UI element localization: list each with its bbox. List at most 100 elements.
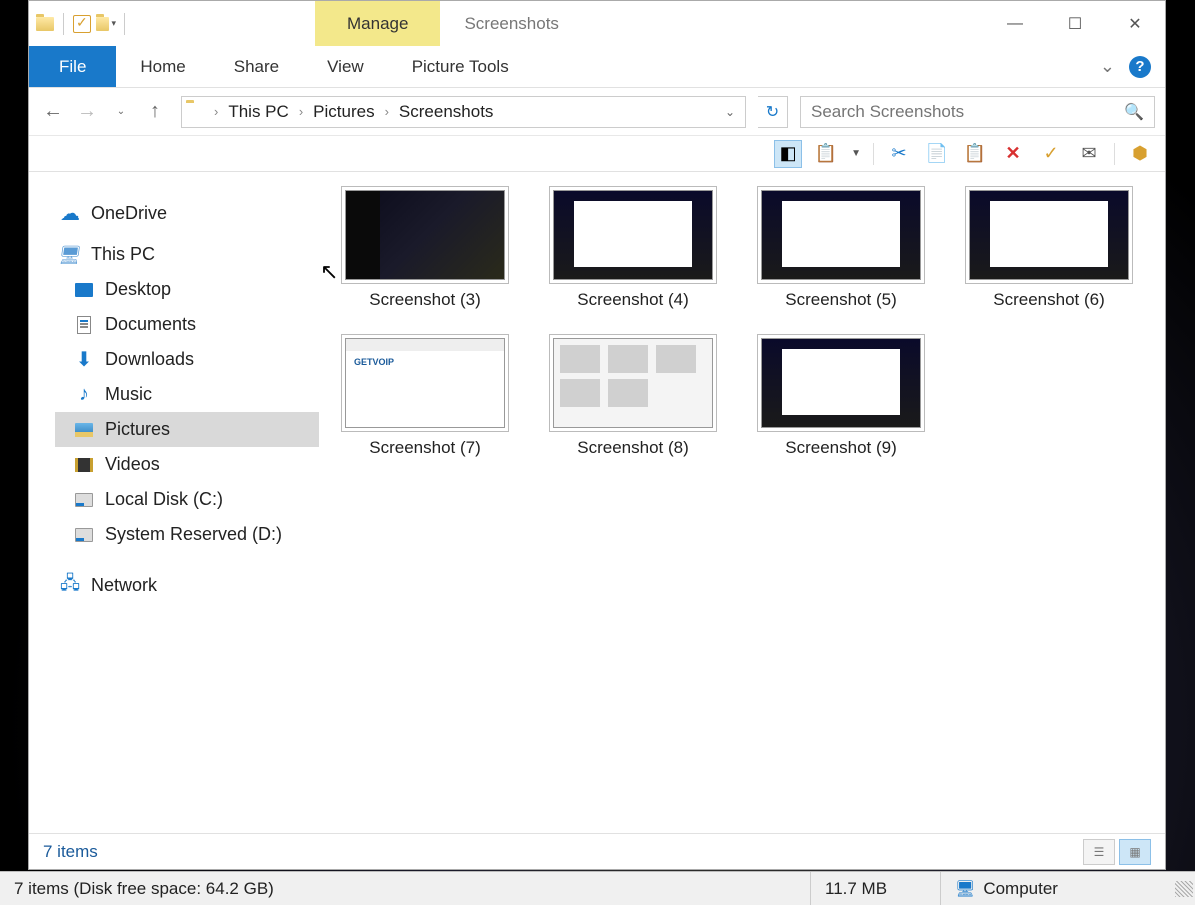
tree-documents[interactable]: Documents <box>55 307 319 342</box>
copy-button[interactable]: 📄 <box>924 141 950 167</box>
thumbnail <box>345 338 505 428</box>
tree-label: Documents <box>105 314 196 335</box>
back-button[interactable]: ← <box>39 98 67 126</box>
tree-downloads[interactable]: ⬇ Downloads <box>55 342 319 377</box>
file-item[interactable]: Screenshot (4) <box>553 190 713 310</box>
thumbnail <box>345 190 505 280</box>
thumbnails-view-button[interactable]: ▦ <box>1119 839 1151 865</box>
search-input[interactable] <box>811 102 1124 122</box>
chevron-right-icon[interactable]: › <box>210 104 222 119</box>
tree-label: Pictures <box>105 419 170 440</box>
tree-local-disk-c[interactable]: Local Disk (C:) <box>55 482 319 517</box>
items-grid: Screenshot (3) Screenshot (4) Screenshot… <box>345 190 1147 458</box>
file-item[interactable]: Screenshot (7) <box>345 338 505 458</box>
disk-icon <box>73 490 95 510</box>
tree-network[interactable]: 🖧 Network <box>55 568 319 603</box>
window-title: Screenshots <box>440 1 583 46</box>
file-explorer-window: Manage Screenshots — ☐ ✕ File Home Share… <box>28 0 1166 870</box>
tree-label: Local Disk (C:) <box>105 489 223 510</box>
tab-view[interactable]: View <box>303 46 388 87</box>
collapse-ribbon-icon[interactable]: ⌄ <box>1100 56 1115 77</box>
rename-button[interactable]: ✓ <box>1038 141 1064 167</box>
thumbnail <box>761 338 921 428</box>
minimize-button[interactable]: — <box>985 1 1045 46</box>
recent-locations-button[interactable]: ⌄ <box>107 98 135 126</box>
file-label: Screenshot (8) <box>577 438 689 458</box>
computer-icon: 🖥 <box>955 879 975 899</box>
tree-label: System Reserved (D:) <box>105 524 282 545</box>
mail-button[interactable]: ✉ <box>1076 141 1102 167</box>
address-bar[interactable]: › This PC › Pictures › Screenshots ⌄ <box>181 96 746 128</box>
tree-videos[interactable]: Videos <box>55 447 319 482</box>
file-item[interactable]: Screenshot (9) <box>761 338 921 458</box>
contextual-tab-manage[interactable]: Manage <box>315 1 440 46</box>
desktop-icon <box>73 280 95 300</box>
disk-icon <box>73 525 95 545</box>
tree-label: Music <box>105 384 152 405</box>
forward-button[interactable]: → <box>73 98 101 126</box>
search-box[interactable]: 🔍 <box>800 96 1155 128</box>
maximize-button[interactable]: ☐ <box>1045 1 1105 46</box>
file-item[interactable]: Screenshot (6) <box>969 190 1129 310</box>
thumbnail <box>761 190 921 280</box>
dropdown-icon[interactable]: ▼ <box>851 148 861 159</box>
breadcrumb-pictures[interactable]: Pictures <box>309 102 378 122</box>
extension-button[interactable]: ⬢ <box>1127 141 1153 167</box>
file-item[interactable]: Screenshot (3) <box>345 190 505 310</box>
navigation-pane[interactable]: ☁ OneDrive 🖥 This PC Desktop Documents ⬇… <box>29 172 327 833</box>
tree-pictures[interactable]: Pictures <box>55 412 319 447</box>
cut-button[interactable]: ✂ <box>886 141 912 167</box>
new-folder-button[interactable] <box>96 11 116 37</box>
tree-label: Network <box>91 575 157 596</box>
file-label: Screenshot (3) <box>369 290 481 310</box>
navigation-row: ← → ⌄ ↑ › This PC › Pictures › Screensho… <box>29 88 1165 136</box>
cloud-icon: ☁ <box>59 204 81 224</box>
properties-button[interactable] <box>72 11 92 37</box>
separator <box>63 13 64 35</box>
tree-system-reserved-d[interactable]: System Reserved (D:) <box>55 517 319 552</box>
tab-file[interactable]: File <box>29 46 116 87</box>
tree-label: Videos <box>105 454 160 475</box>
resize-grip[interactable] <box>1175 881 1193 897</box>
body-area: ☁ OneDrive 🖥 This PC Desktop Documents ⬇… <box>29 172 1165 833</box>
delete-button[interactable]: ✕ <box>1000 141 1026 167</box>
separator <box>124 13 125 35</box>
file-item[interactable]: Screenshot (5) <box>761 190 921 310</box>
command-toolbar: ◧ 📋 ▼ ✂ 📄 📋 ✕ ✓ ✉ ⬢ <box>29 136 1165 172</box>
tab-picture-tools[interactable]: Picture Tools <box>388 46 533 87</box>
status-items-info: 7 items (Disk free space: 64.2 GB) <box>0 872 811 905</box>
tab-share[interactable]: Share <box>210 46 303 87</box>
preview-pane-button[interactable]: ◧ <box>775 141 801 167</box>
document-icon <box>73 315 95 335</box>
folder-icon <box>186 103 208 121</box>
status-bar: 7 items (Disk free space: 64.2 GB) 11.7 … <box>0 871 1195 905</box>
chevron-right-icon[interactable]: › <box>381 104 393 119</box>
breadcrumb-screenshots[interactable]: Screenshots <box>395 102 498 122</box>
address-dropdown-icon[interactable]: ⌄ <box>719 105 741 119</box>
title-bar[interactable]: Manage Screenshots — ☐ ✕ <box>29 1 1165 46</box>
content-pane[interactable]: Screenshot (3) Screenshot (4) Screenshot… <box>327 172 1165 833</box>
file-item[interactable]: Screenshot (8) <box>553 338 713 458</box>
separator <box>873 143 874 165</box>
help-button[interactable]: ? <box>1129 56 1151 78</box>
clipboard-button[interactable]: 📋 <box>962 141 988 167</box>
tree-music[interactable]: ♪ Music <box>55 377 319 412</box>
paste-button[interactable]: 📋 <box>813 141 839 167</box>
breadcrumb-this-pc[interactable]: This PC <box>224 102 292 122</box>
tree-onedrive[interactable]: ☁ OneDrive <box>55 196 319 231</box>
tree-desktop[interactable]: Desktop <box>55 272 319 307</box>
network-icon: 🖧 <box>59 576 81 596</box>
separator <box>1114 143 1115 165</box>
refresh-button[interactable]: ↻ <box>758 96 788 128</box>
close-button[interactable]: ✕ <box>1105 1 1165 46</box>
status-location: 🖥 Computer <box>941 872 1171 905</box>
quick-access-toolbar <box>29 1 135 46</box>
details-view-button[interactable]: ☰ <box>1083 839 1115 865</box>
chevron-right-icon[interactable]: › <box>295 104 307 119</box>
thumbnail <box>553 338 713 428</box>
tab-home[interactable]: Home <box>116 46 209 87</box>
tree-this-pc[interactable]: 🖥 This PC <box>55 237 319 272</box>
up-button[interactable]: ↑ <box>141 98 169 126</box>
search-icon[interactable]: 🔍 <box>1124 102 1144 122</box>
video-icon <box>73 455 95 475</box>
